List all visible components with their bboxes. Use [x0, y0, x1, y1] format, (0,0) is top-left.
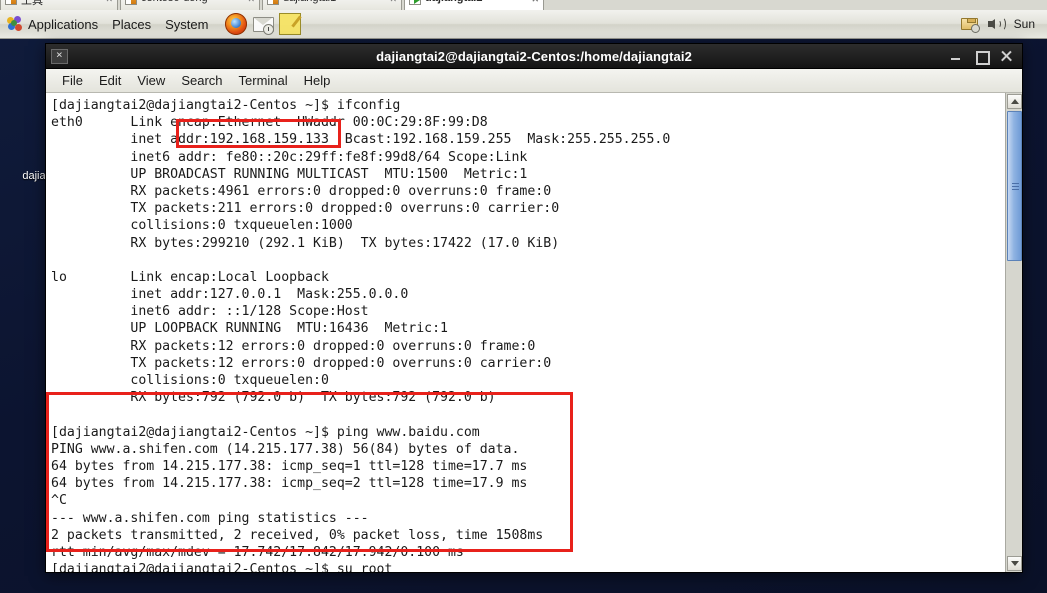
- scroll-down-icon[interactable]: [1007, 556, 1022, 571]
- terminal-line: inet6 addr: ::1/128 Scope:Host: [51, 304, 369, 320]
- window-tab-label: 工具: [21, 0, 43, 7]
- terminal-line: --- www.a.shifen.com ping statistics ---: [51, 510, 369, 526]
- firefox-icon[interactable]: [225, 13, 248, 35]
- window-tab-icon: [267, 0, 279, 5]
- tab-close-icon[interactable]: ✕: [531, 0, 539, 5]
- terminal-line: lo Link encap:Local Loopback: [51, 269, 329, 285]
- panel-clock[interactable]: Sun: [1014, 17, 1039, 31]
- screen-root: dajia 工具✕centos6-dong✕dajiangtai1✕dajian…: [0, 0, 1047, 593]
- terminal-line: RX packets:12 errors:0 dropped:0 overrun…: [51, 338, 536, 354]
- terminal-line: 64 bytes from 14.215.177.38: icmp_seq=2 …: [51, 476, 528, 492]
- window-list-tab[interactable]: centos6-dong ✕: [120, 0, 260, 10]
- terminal-line: collisions:0 txqueuelen:0: [51, 373, 329, 388]
- menu-search[interactable]: Search: [173, 71, 230, 90]
- scroll-up-icon[interactable]: [1007, 94, 1022, 109]
- window-title: dajiangtai2@dajiangtai2-Centos:/home/daj…: [376, 48, 692, 64]
- window-tab-label: dajiangtai2: [425, 0, 482, 4]
- terminal-line: RX bytes:792 (792.0 b) TX bytes:792 (792…: [51, 390, 496, 406]
- close-button[interactable]: [999, 49, 1013, 63]
- maximize-button[interactable]: [974, 49, 990, 65]
- terminal-line: rtt min/avg/max/mdev = 17.742/17.842/17.…: [51, 544, 464, 560]
- terminal-line: eth0 Link encap:Ethernet HWaddr 00:0C:29…: [51, 115, 488, 131]
- menu-view[interactable]: View: [129, 71, 173, 90]
- window-list-tab[interactable]: dajiangtai2 ✕: [404, 0, 544, 10]
- window-tab-icon: [5, 0, 17, 5]
- terminal-window: dajiangtai2@dajiangtai2-Centos:/home/daj…: [45, 43, 1023, 573]
- menu-applications[interactable]: Applications: [0, 10, 105, 38]
- terminal-menubar: File Edit View Search Terminal Help: [46, 69, 1022, 93]
- menu-file[interactable]: File: [54, 71, 91, 90]
- terminal-line: UP BROADCAST RUNNING MULTICAST MTU:1500 …: [51, 166, 528, 182]
- window-tab-icon: [409, 0, 421, 5]
- terminal-line: TX packets:12 errors:0 dropped:0 overrun…: [51, 355, 552, 371]
- menu-places-label: Places: [112, 16, 152, 32]
- mail-icon[interactable]: [252, 13, 275, 35]
- window-controls: [949, 49, 1022, 65]
- window-list-tab[interactable]: dajiangtai1 ✕: [262, 0, 402, 10]
- scrollbar-thumb[interactable]: [1007, 111, 1022, 261]
- terminal-line: ^C: [51, 493, 67, 509]
- terminal-line: PING www.a.shifen.com (14.215.177.38) 56…: [51, 441, 520, 457]
- terminal-line: [dajiangtai2@dajiangtai2-Centos ~]$ ifco…: [51, 98, 401, 113]
- terminal-line: 2 packets transmitted, 2 received, 0% pa…: [51, 527, 544, 543]
- terminal-line: inet addr:192.168.159.133 Bcast:192.168.…: [51, 132, 671, 148]
- terminal-line: TX packets:211 errors:0 dropped:0 overru…: [51, 201, 560, 217]
- terminal-line: collisions:0 txqueuelen:1000: [51, 218, 353, 234]
- terminal-scrollbar[interactable]: [1005, 93, 1022, 572]
- window-list-tabstrip: 工具 ✕ centos6-dong ✕ dajiangtai1 ✕ dajiangtai2 ✕: [0, 0, 1047, 10]
- gnome-foot-icon: [7, 16, 24, 32]
- terminal-line: inet addr:127.0.0.1 Mask:255.0.0.0: [51, 287, 409, 303]
- terminal-line: UP LOOPBACK RUNNING MTU:16436 Metric:1: [51, 321, 448, 337]
- window-tab-icon: [125, 0, 137, 5]
- terminal-body: [dajiangtai2@dajiangtai2-Centos ~]$ ifco…: [46, 93, 1022, 572]
- terminal-line: [dajiangtai2@dajiangtai2-Centos ~]$ su r…: [51, 562, 393, 572]
- software-update-icon[interactable]: [960, 15, 980, 33]
- mail-clock-badge-icon: [263, 24, 275, 35]
- panel-system-tray: Sun: [960, 15, 1047, 33]
- window-tab-label: centos6-dong: [141, 0, 208, 4]
- window-tab-label: dajiangtai1: [283, 0, 336, 4]
- menu-applications-label: Applications: [28, 16, 99, 32]
- terminal-line: RX bytes:299210 (292.1 KiB) TX bytes:174…: [51, 235, 560, 251]
- text-editor-icon[interactable]: [279, 13, 302, 35]
- terminal-icon: [51, 48, 68, 64]
- terminal-line: RX packets:4961 errors:0 dropped:0 overr…: [51, 183, 552, 199]
- panel-launchers: [225, 13, 302, 35]
- minimize-button[interactable]: [949, 49, 963, 63]
- terminal-line: inet6 addr: fe80::20c:29ff:fe8f:99d8/64 …: [51, 149, 528, 165]
- menu-system-label: System: [165, 16, 209, 32]
- volume-icon[interactable]: [987, 15, 1007, 33]
- menu-help[interactable]: Help: [296, 71, 339, 90]
- tab-close-icon[interactable]: ✕: [247, 0, 255, 5]
- terminal-output[interactable]: [dajiangtai2@dajiangtai2-Centos ~]$ ifco…: [46, 93, 1005, 572]
- menu-system[interactable]: System: [158, 10, 215, 38]
- tab-close-icon[interactable]: ✕: [389, 0, 397, 5]
- window-titlebar[interactable]: dajiangtai2@dajiangtai2-Centos:/home/daj…: [46, 44, 1022, 69]
- menu-edit[interactable]: Edit: [91, 71, 129, 90]
- menu-terminal[interactable]: Terminal: [231, 71, 296, 90]
- tab-close-icon[interactable]: ✕: [105, 0, 113, 5]
- menu-places[interactable]: Places: [105, 10, 158, 38]
- gnome-top-panel: Applications Places System Sun: [0, 10, 1047, 39]
- terminal-line: [dajiangtai2@dajiangtai2-Centos ~]$ ping…: [51, 424, 480, 440]
- window-list-tab[interactable]: 工具 ✕: [0, 0, 118, 10]
- terminal-line: 64 bytes from 14.215.177.38: icmp_seq=1 …: [51, 458, 528, 474]
